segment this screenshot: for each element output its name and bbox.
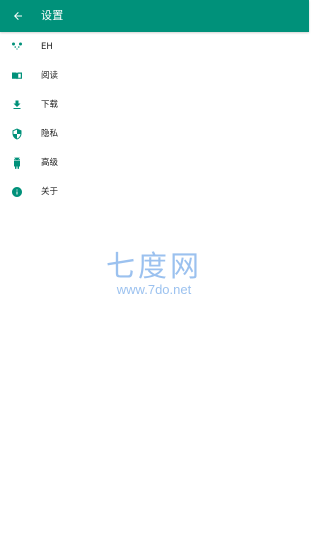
back-button[interactable]	[8, 6, 28, 26]
menu-label: 隐私	[41, 128, 59, 139]
menu-label: 高级	[41, 157, 59, 168]
download-icon	[11, 99, 23, 111]
menu-label: 下载	[41, 99, 59, 110]
page-title: 设置	[41, 9, 64, 22]
book-icon	[11, 70, 23, 82]
menu-item-privacy[interactable]: 隐私	[0, 119, 309, 148]
watermark-url: www.7do.net	[116, 282, 192, 297]
menu-label: EH	[41, 41, 53, 52]
panda-icon	[11, 41, 23, 53]
android-icon	[11, 156, 23, 169]
watermark-logo: 七度网	[105, 249, 202, 283]
menu-label: 关于	[41, 186, 59, 197]
menu-item-advanced[interactable]: 高级	[0, 148, 309, 177]
arrow-left-icon	[12, 7, 24, 26]
info-icon	[11, 186, 23, 198]
settings-menu: EH 阅读 下载 隐私 高级 关于	[0, 32, 309, 206]
menu-item-download[interactable]: 下载	[0, 90, 309, 119]
shield-icon	[11, 128, 23, 140]
settings-screen: 设置 EH 阅读 下载 隐私 高级 关于 七度网 www.7do.net	[0, 0, 309, 550]
menu-item-eh[interactable]: EH	[0, 32, 309, 61]
menu-label: 阅读	[41, 70, 59, 81]
menu-item-reading[interactable]: 阅读	[0, 61, 309, 90]
menu-item-about[interactable]: 关于	[0, 177, 309, 206]
app-toolbar: 设置	[0, 0, 309, 32]
watermark: 七度网 www.7do.net	[100, 248, 208, 298]
